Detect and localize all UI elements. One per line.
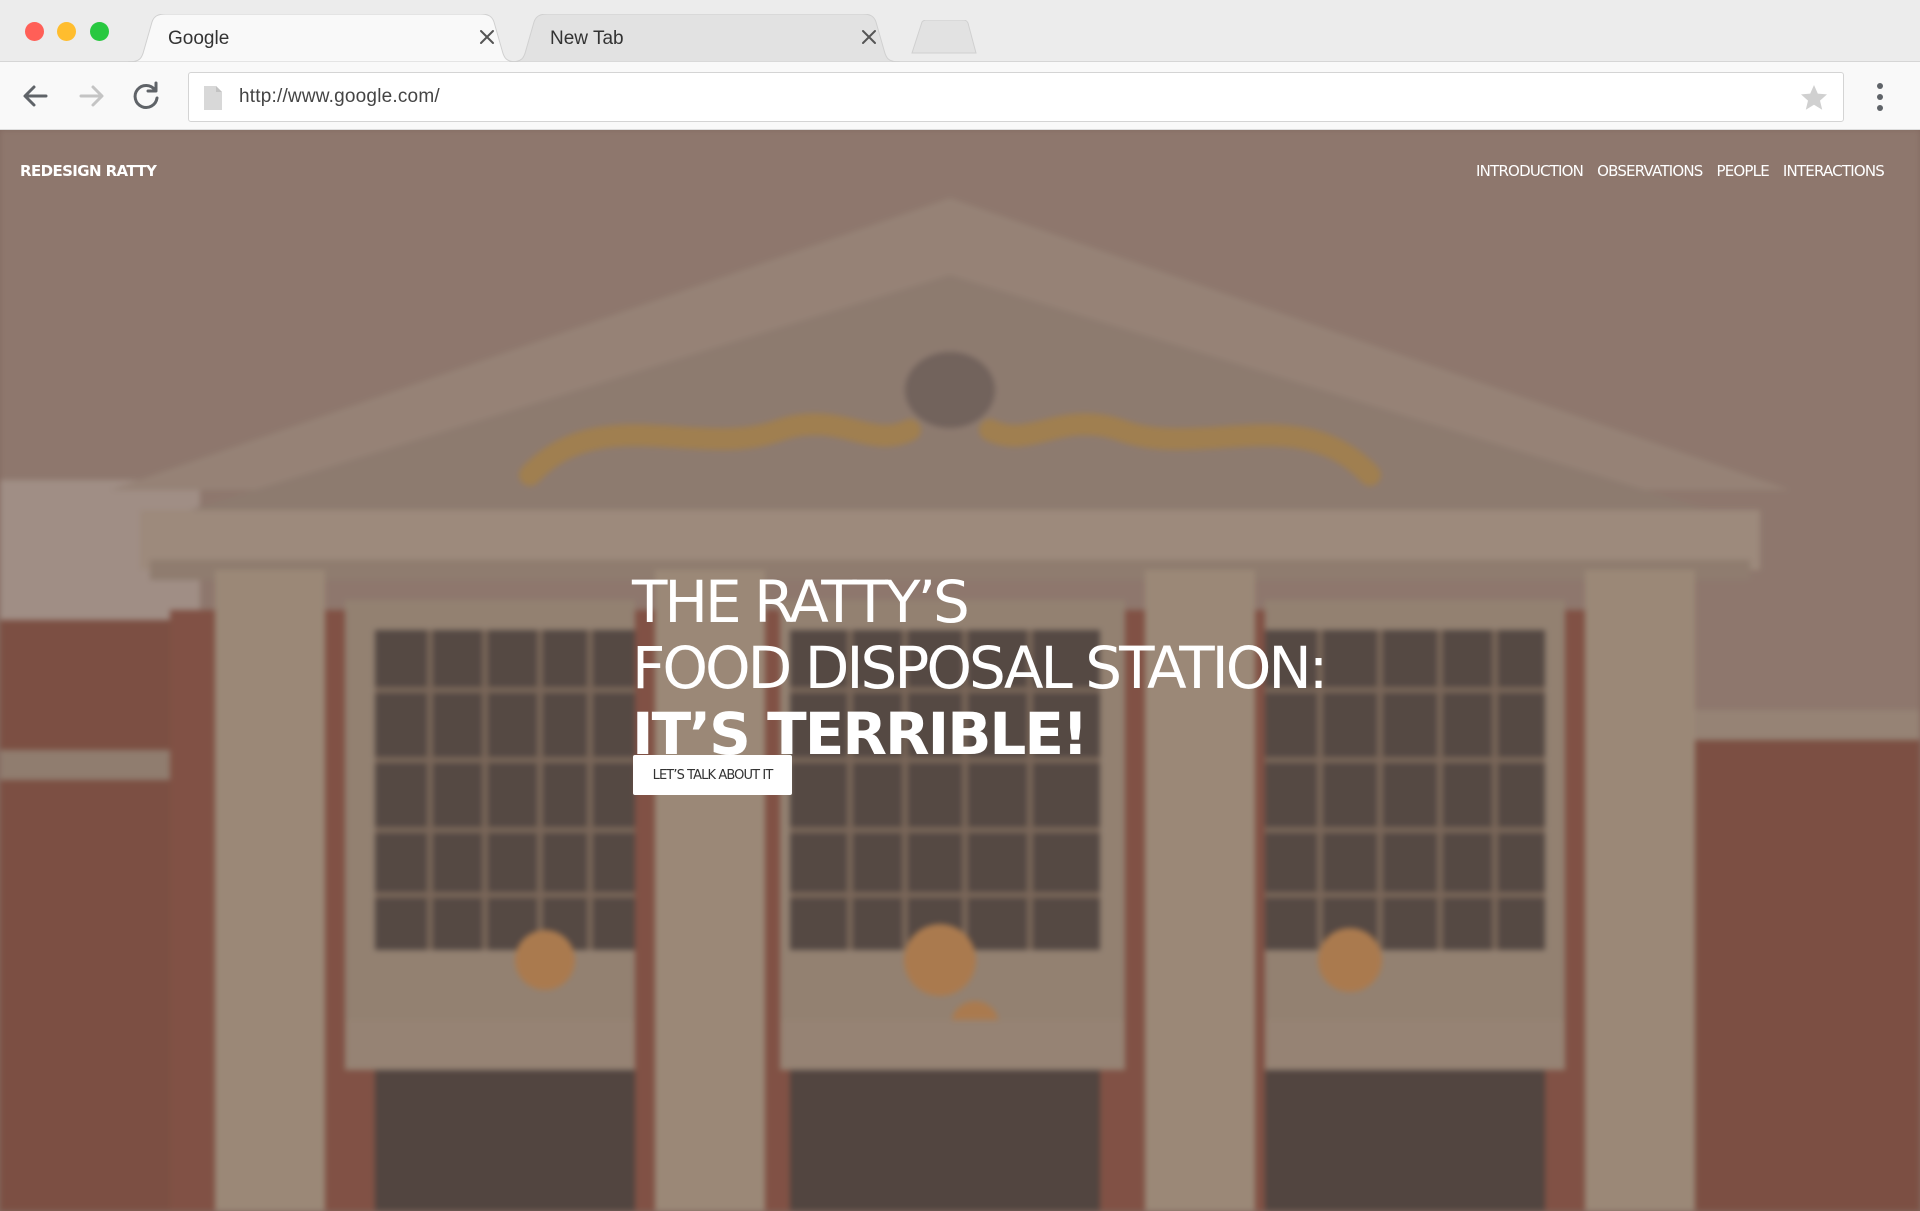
browser-chrome: Google New Tab http://www.google.com/ [0, 0, 1920, 130]
nav-link-people[interactable]: PEOPLE [1716, 162, 1769, 180]
url-text[interactable]: http://www.google.com/ [239, 86, 440, 108]
site-nav: INTRODUCTION OBSERVATIONS PEOPLE INTERAC… [1476, 162, 1885, 180]
browser-toolbar: http://www.google.com/ [0, 62, 1920, 130]
tab-google[interactable]: Google [128, 14, 518, 62]
arrow-left-icon[interactable] [18, 78, 54, 114]
close-icon[interactable] [476, 26, 498, 48]
reload-icon[interactable] [128, 78, 164, 114]
kebab-menu-icon[interactable] [1868, 80, 1892, 114]
nav-link-introduction[interactable]: INTRODUCTION [1476, 162, 1584, 180]
tab-label: Google [168, 28, 230, 49]
new-tab-button[interactable] [910, 20, 978, 54]
site-brand-link[interactable]: REDESIGN RATTY [20, 162, 157, 180]
headline-line-1: THE RATTY’S [632, 568, 970, 637]
window-maximize-button[interactable] [90, 22, 109, 41]
close-icon[interactable] [858, 26, 880, 48]
address-bar[interactable]: http://www.google.com/ [188, 72, 1844, 122]
tab-new-tab[interactable]: New Tab [510, 14, 900, 62]
page-icon [204, 86, 222, 110]
arrow-right-icon[interactable] [73, 78, 109, 114]
window-minimize-button[interactable] [57, 22, 76, 41]
hero-headline: THE RATTY’S FOOD DISPOSAL STATION: IT’S … [632, 568, 1328, 767]
lets-talk-button[interactable]: LET’S TALK ABOUT IT [633, 755, 792, 795]
tab-label: New Tab [550, 28, 624, 49]
star-icon[interactable] [1799, 83, 1829, 113]
headline-line-2: FOOD DISPOSAL STATION: [632, 634, 1328, 703]
window-close-button[interactable] [25, 22, 44, 41]
nav-link-observations[interactable]: OBSERVATIONS [1597, 162, 1703, 180]
tab-strip: Google New Tab [0, 0, 1920, 62]
page-viewport: REDESIGN RATTY INTRODUCTION OBSERVATIONS… [0, 130, 1920, 1211]
nav-link-interactions[interactable]: INTERACTIONS [1783, 162, 1885, 180]
